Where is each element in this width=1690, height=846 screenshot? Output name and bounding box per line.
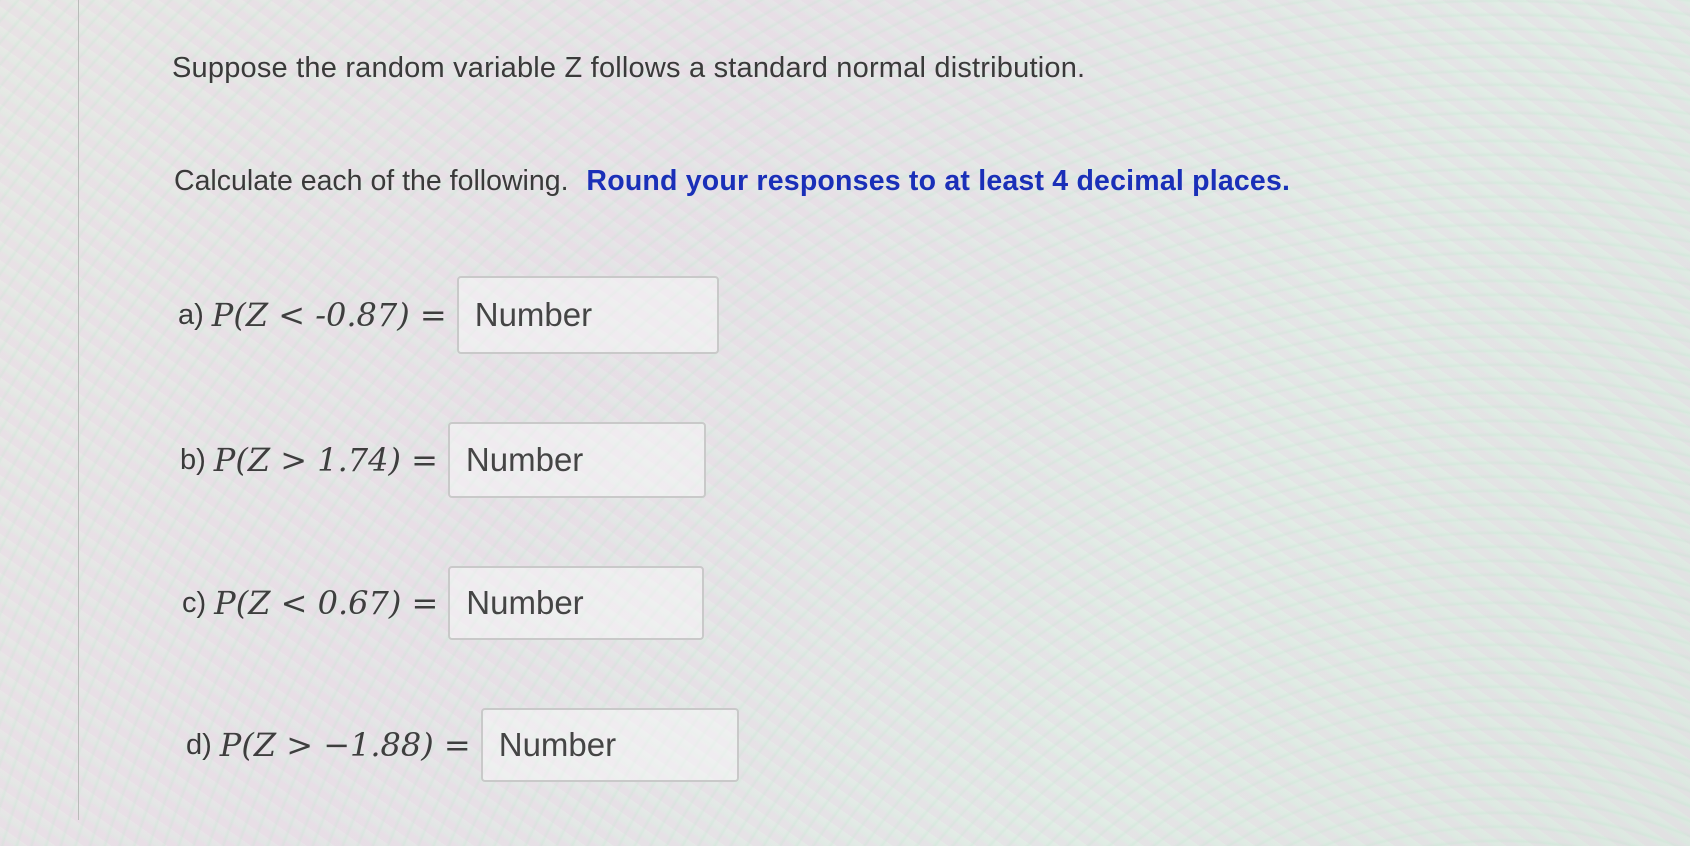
part-a: a) P(Z < -0.87) = Number [178,276,719,354]
part-d: d) P(Z > −1.88) = Number [186,708,739,782]
part-d-label: d) [186,728,212,761]
part-d-answer-input[interactable]: Number [480,708,739,782]
part-b-answer-input[interactable]: Number [447,422,706,498]
part-c: c) P(Z < 0.67) = Number [182,566,705,640]
part-c-label: c) [182,586,207,619]
part-b-label: b) [180,443,206,476]
part-b: b) P(Z > 1.74) = Number [180,422,706,498]
rounding-instruction: Round your responses to at least 4 decim… [586,165,1291,197]
question-instruction: Calculate each of the following. Round y… [174,165,1290,198]
part-c-expression: P(Z < 0.67) = [214,584,439,622]
part-c-answer-input[interactable]: Number [448,566,705,640]
part-a-expression: P(Z < -0.87) = [211,296,447,334]
part-d-expression: P(Z > −1.88) = [219,726,471,764]
question-intro: Suppose the random variable Z follows a … [172,52,1086,84]
instruction-text: Calculate each of the following. [174,165,569,197]
part-a-answer-input[interactable]: Number [456,276,719,354]
part-b-expression: P(Z > 1.74) = [213,441,438,479]
content-left-border [78,0,79,820]
part-a-label: a) [178,298,204,331]
